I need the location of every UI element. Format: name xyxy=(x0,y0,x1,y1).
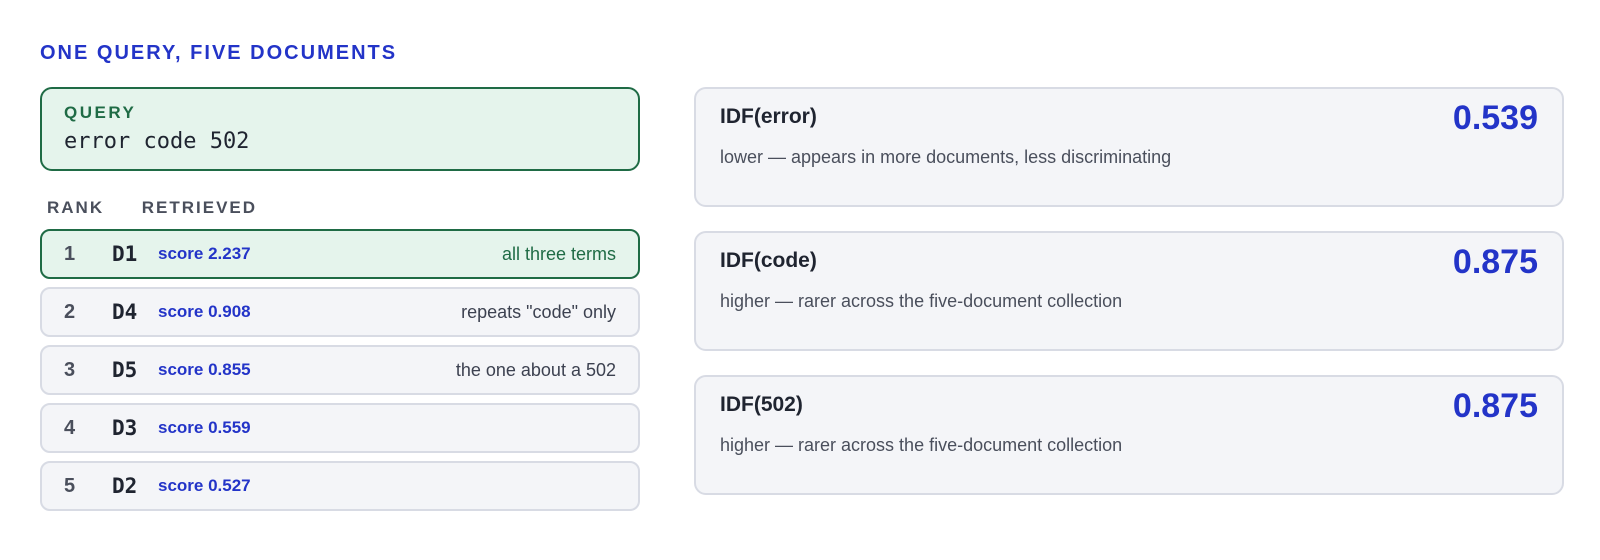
idf-card-error: IDF(error) 0.539 lower — appears in more… xyxy=(694,87,1564,207)
results-list: 1 D1 score 2.237 all three terms 2 D4 sc… xyxy=(40,229,640,519)
query-text: error code 502 xyxy=(64,129,250,154)
result-row: 1 D1 score 2.237 all three terms xyxy=(40,229,640,279)
idf-value: 0.875 xyxy=(1452,387,1538,425)
idf-description: lower — appears in more documents, less … xyxy=(720,147,1172,167)
rank-column-header: RANK xyxy=(47,198,105,217)
result-score: score 0.527 xyxy=(158,476,251,495)
result-rank: 2 xyxy=(64,300,76,323)
result-doc-id: D1 xyxy=(112,242,138,266)
result-doc-id: D2 xyxy=(112,474,138,498)
page-title: ONE QUERY, FIVE DOCUMENTS xyxy=(40,42,398,64)
idf-value: 0.875 xyxy=(1452,243,1538,281)
idf-card-502: IDF(502) 0.875 higher — rarer across the… xyxy=(694,375,1564,495)
result-rank: 1 xyxy=(64,242,76,265)
idf-value: 0.539 xyxy=(1452,99,1538,137)
query-box: QUERY error code 502 xyxy=(40,87,640,171)
result-score: score 0.908 xyxy=(158,302,251,321)
results-column-headers: RANK RETRIEVED xyxy=(47,198,257,218)
idf-description: higher — rarer across the five-document … xyxy=(720,291,1123,311)
result-doc-id: D4 xyxy=(112,300,138,324)
result-note: the one about a 502 xyxy=(455,359,616,380)
result-score: score 2.237 xyxy=(158,244,251,263)
result-note: repeats "code" only xyxy=(461,301,616,322)
result-rank: 5 xyxy=(64,474,76,497)
result-rank: 3 xyxy=(64,358,76,381)
idf-term: IDF(error) xyxy=(720,105,817,128)
result-row: 5 D2 score 0.527 xyxy=(40,461,640,511)
result-row: 2 D4 score 0.908 repeats "code" only xyxy=(40,287,640,337)
result-note: all three terms xyxy=(501,243,616,264)
result-rank: 4 xyxy=(64,416,76,439)
retrieved-column-header: RETRIEVED xyxy=(141,198,258,217)
result-row: 3 D5 score 0.855 the one about a 502 xyxy=(40,345,640,395)
query-label: QUERY xyxy=(64,103,137,122)
result-doc-id: D5 xyxy=(112,358,138,382)
result-doc-id: D3 xyxy=(112,416,138,440)
result-score: score 0.559 xyxy=(158,418,251,437)
idf-card-code: IDF(code) 0.875 higher — rarer across th… xyxy=(694,231,1564,351)
idf-term: IDF(502) xyxy=(720,393,803,416)
idf-description: higher — rarer across the five-document … xyxy=(720,435,1123,455)
result-score: score 0.855 xyxy=(158,360,251,379)
idf-term: IDF(code) xyxy=(720,249,817,272)
result-row: 4 D3 score 0.559 xyxy=(40,403,640,453)
